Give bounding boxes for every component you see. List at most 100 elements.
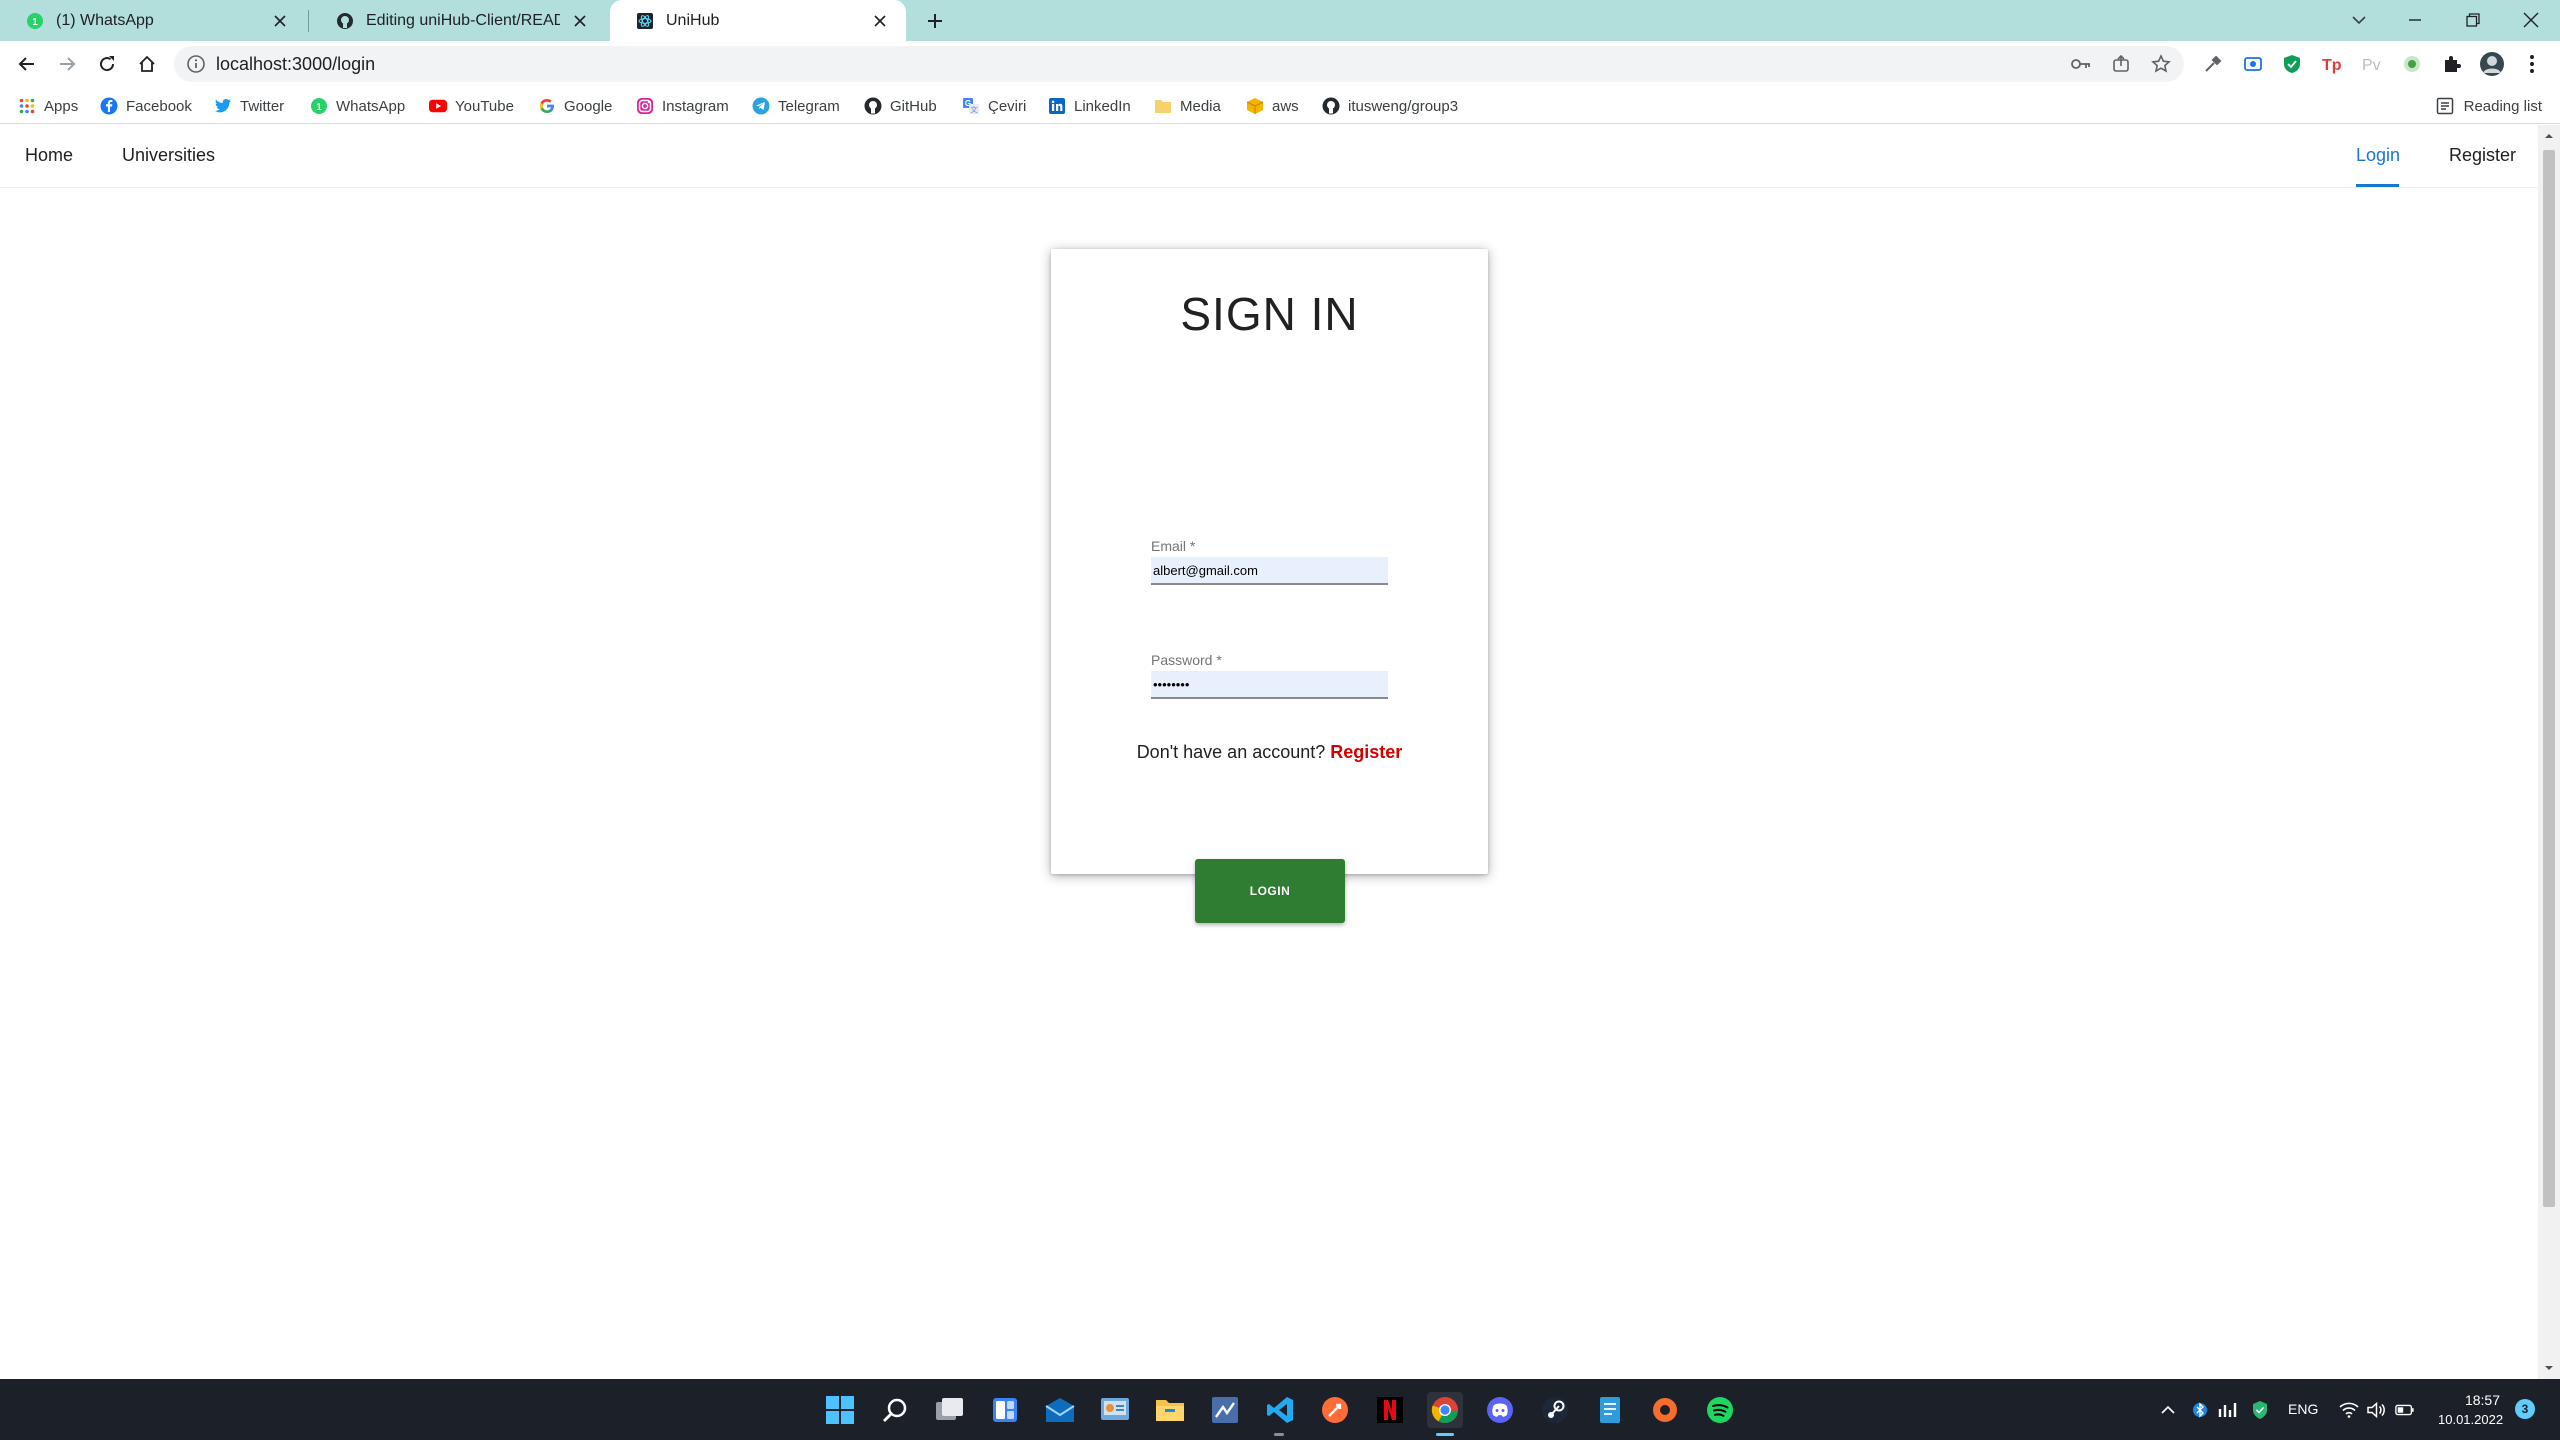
origin-icon[interactable] (1647, 1392, 1683, 1428)
share-icon[interactable] (2108, 52, 2134, 76)
close-icon[interactable] (270, 11, 290, 31)
bookmark-ceviri[interactable]: G文 Çeviri (962, 95, 1026, 117)
email-field[interactable] (1151, 557, 1388, 585)
bookmark-label: WhatsApp (336, 97, 406, 115)
bookmark-whatsapp[interactable]: 1 WhatsApp (310, 95, 405, 117)
shield-extension-icon[interactable] (2278, 50, 2306, 78)
url-text[interactable]: localhost:3000/login (216, 54, 375, 74)
performance-icon[interactable] (2218, 1400, 2238, 1420)
chevron-up-icon[interactable] (2158, 1400, 2178, 1420)
back-button[interactable] (11, 48, 43, 80)
chrome-icon[interactable] (1427, 1392, 1463, 1428)
close-icon[interactable] (870, 11, 890, 31)
bookmark-label: Çeviri (988, 97, 1027, 115)
bookmarks-bar: Apps Facebook Twitter 1 WhatsApp YouTube… (0, 87, 2560, 124)
close-icon[interactable] (570, 11, 590, 31)
bookmark-youtube[interactable]: YouTube (429, 95, 514, 117)
arrow-right-icon (60, 57, 76, 71)
google-icon (538, 97, 556, 115)
menu-kebab-icon[interactable] (2518, 50, 2546, 78)
clock-time[interactable]: 18:57 (2438, 1392, 2500, 1408)
steam-icon[interactable] (1537, 1392, 1573, 1428)
nav-home[interactable]: Home (25, 145, 73, 166)
battery-icon[interactable] (2395, 1400, 2415, 1420)
address-bar[interactable]: localhost:3000/login (174, 46, 2184, 82)
svg-text:Pv: Pv (2362, 57, 2381, 74)
linkedin-icon (1048, 97, 1066, 115)
extensions-puzzle-icon[interactable] (2438, 50, 2466, 78)
star-icon[interactable] (2148, 52, 2174, 76)
bookmark-facebook[interactable]: Facebook (100, 95, 192, 117)
folder-icon (1154, 97, 1172, 115)
profile-avatar[interactable] (2478, 50, 2506, 78)
bluetooth-icon[interactable] (2190, 1400, 2210, 1420)
search-button[interactable] (877, 1392, 913, 1428)
register-link[interactable]: Register (1330, 742, 1402, 762)
notepad-icon[interactable] (1592, 1392, 1628, 1428)
file-explorer-icon[interactable] (1152, 1392, 1188, 1428)
bookmark-media[interactable]: Media (1154, 95, 1221, 117)
bookmark-github[interactable]: GitHub (864, 95, 937, 117)
close-window-button[interactable] (2514, 4, 2548, 36)
clock-date[interactable]: 10.01.2022 (2438, 1412, 2503, 1427)
eyedropper-extension-icon[interactable] (2199, 50, 2227, 78)
postman-icon[interactable] (1317, 1392, 1353, 1428)
bookmark-instagram[interactable]: Instagram (636, 95, 729, 117)
github-icon (1322, 97, 1340, 115)
vscode-icon[interactable] (1262, 1392, 1298, 1428)
control-panel-icon[interactable] (1097, 1392, 1133, 1428)
discord-icon[interactable] (1482, 1392, 1518, 1428)
reload-button[interactable] (91, 48, 123, 80)
signin-card: SIGN IN Email * Password * Don't have an… (1051, 249, 1488, 923)
scrollbar-thumb[interactable] (2543, 150, 2555, 1207)
nav-login[interactable]: Login (2356, 145, 2400, 166)
tab-whatsapp[interactable]: 1 (1) WhatsApp (0, 0, 306, 41)
nav-register[interactable]: Register (2449, 145, 2516, 166)
notification-badge[interactable]: 3 (2515, 1399, 2535, 1419)
tab-search-button[interactable] (2342, 4, 2376, 36)
browser-toolbar: localhost:3000/login Tp Pv (0, 41, 2560, 87)
register-prompt: Don't have an account? Register (1051, 742, 1488, 763)
bookmark-itusweng-group3[interactable]: itusweng/group3 (1322, 95, 1458, 117)
bookmark-twitter[interactable]: Twitter (214, 95, 284, 117)
windows-icon (826, 1396, 854, 1424)
spotify-icon[interactable] (1702, 1392, 1738, 1428)
restore-button[interactable] (2456, 4, 2490, 36)
forward-button[interactable] (51, 48, 83, 80)
home-button[interactable] (131, 48, 163, 80)
page-scrollbar[interactable] (2538, 125, 2560, 1379)
globe-extension-icon[interactable] (2398, 50, 2426, 78)
defender-icon[interactable] (2250, 1400, 2270, 1420)
bookmark-telegram[interactable]: Telegram (752, 95, 840, 117)
instagram-icon (636, 97, 654, 115)
tp-extension-icon[interactable]: Tp (2318, 50, 2346, 78)
mail-app-icon[interactable] (1042, 1392, 1078, 1428)
new-tab-button[interactable] (922, 8, 948, 34)
tab-github-readme[interactable]: Editing uniHub-Client/README.md (310, 0, 606, 41)
ssms-app-icon[interactable] (1207, 1392, 1243, 1428)
bookmark-google[interactable]: Google (538, 95, 612, 117)
language-indicator[interactable]: ENG (2288, 1401, 2318, 1417)
github-icon (336, 12, 354, 30)
password-field[interactable] (1151, 671, 1388, 699)
tab-unihub[interactable]: UniHub (610, 0, 906, 41)
wifi-icon[interactable] (2339, 1400, 2359, 1420)
netflix-icon[interactable] (1372, 1392, 1408, 1428)
pv-extension-icon[interactable]: Pv (2358, 50, 2386, 78)
reading-list-icon (2436, 97, 2454, 115)
bookmark-aws[interactable]: aws (1246, 95, 1299, 117)
bookmark-apps[interactable]: Apps (18, 95, 78, 117)
active-tab-indicator (2356, 184, 2399, 187)
task-view-button[interactable] (932, 1392, 968, 1428)
start-button[interactable] (822, 1392, 858, 1428)
widgets-button[interactable] (987, 1392, 1023, 1428)
nav-universities[interactable]: Universities (122, 145, 215, 166)
reading-list[interactable]: Reading list (2436, 95, 2542, 117)
minimize-button[interactable] (2398, 4, 2432, 36)
bookmark-linkedin[interactable]: LinkedIn (1048, 95, 1131, 117)
volume-icon[interactable] (2366, 1400, 2386, 1420)
login-button[interactable]: LOGIN (1195, 859, 1345, 923)
key-icon[interactable] (2068, 52, 2094, 76)
info-icon[interactable] (186, 54, 206, 74)
screen-capture-extension-icon[interactable] (2239, 50, 2267, 78)
